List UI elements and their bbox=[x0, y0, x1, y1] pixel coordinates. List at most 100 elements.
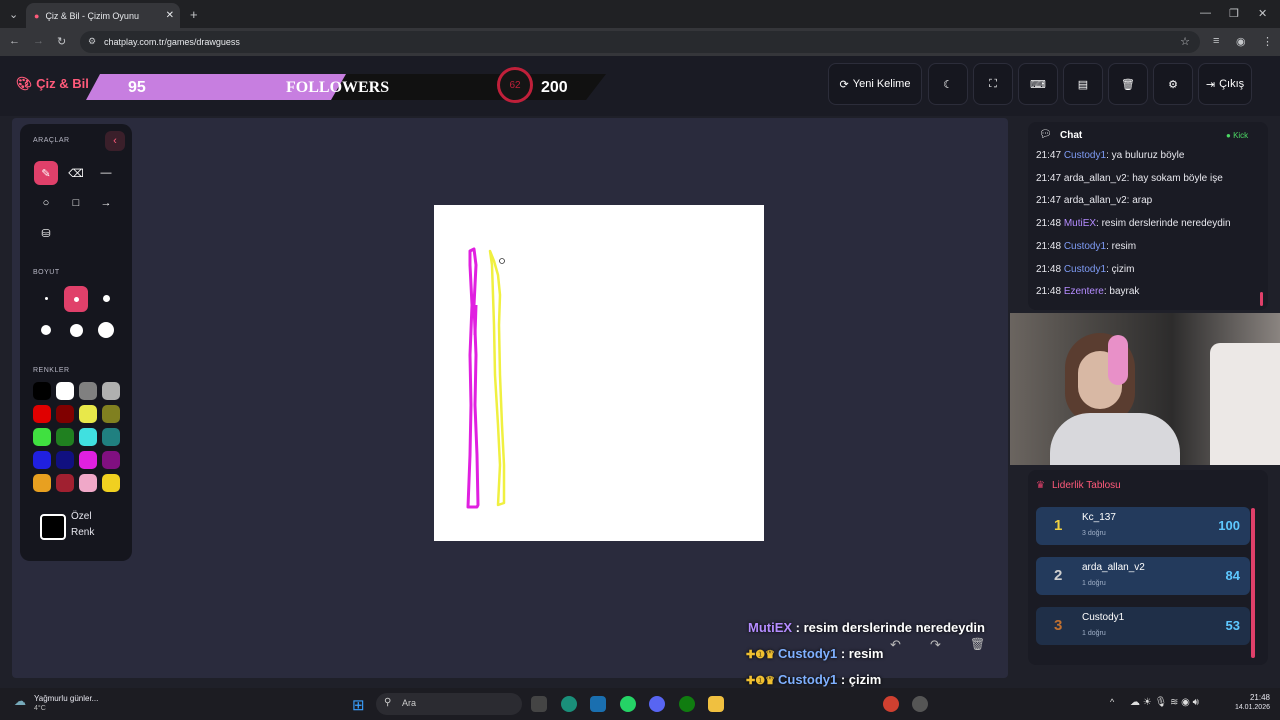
windows-start-icon[interactable]: ⊞ bbox=[352, 696, 365, 714]
color-swatch[interactable] bbox=[102, 451, 120, 469]
keyboard-button[interactable]: ⌨ bbox=[1018, 63, 1058, 105]
forward-icon[interactable]: → bbox=[33, 35, 44, 47]
theme-toggle-button[interactable]: ☾ bbox=[928, 63, 968, 105]
steam-icon[interactable] bbox=[590, 696, 606, 712]
file-explorer-icon[interactable] bbox=[708, 696, 724, 712]
color-swatch[interactable] bbox=[56, 382, 74, 400]
color-swatch[interactable] bbox=[33, 451, 51, 469]
overlay-trash-icon[interactable]: 🗑︎ bbox=[970, 637, 985, 651]
weather-icon[interactable]: ☁ bbox=[14, 694, 26, 708]
color-swatch[interactable] bbox=[33, 382, 51, 400]
size-5[interactable] bbox=[64, 318, 88, 342]
color-swatch[interactable] bbox=[56, 405, 74, 423]
chrome-icon[interactable] bbox=[883, 696, 899, 712]
color-swatch[interactable] bbox=[33, 428, 51, 446]
tab-close-icon[interactable]: ✕ bbox=[166, 10, 174, 21]
clock-date[interactable]: 14.01.2026 bbox=[1226, 704, 1270, 711]
discord-icon[interactable] bbox=[649, 696, 665, 712]
obs-icon[interactable] bbox=[912, 696, 928, 712]
reading-list-icon[interactable]: ≡ bbox=[1213, 35, 1219, 47]
size-3[interactable] bbox=[94, 286, 118, 310]
color-swatch[interactable] bbox=[56, 428, 74, 446]
chat-username[interactable]: arda_allan_v2 bbox=[1064, 173, 1127, 184]
chat-username[interactable]: Custody1 bbox=[1064, 150, 1106, 161]
chat-username[interactable]: Ezentere bbox=[1064, 286, 1104, 297]
arrow-tool[interactable]: → bbox=[94, 191, 118, 215]
edge-browser-icon[interactable] bbox=[561, 696, 577, 712]
size-6[interactable] bbox=[94, 318, 118, 342]
clock-time[interactable]: 21:48 bbox=[1240, 693, 1270, 702]
refresh-icon: ⟳ bbox=[839, 78, 849, 91]
color-swatch[interactable] bbox=[102, 428, 120, 446]
rectangle-tool[interactable]: □ bbox=[64, 191, 88, 215]
minimize-icon[interactable]: — bbox=[1200, 7, 1211, 19]
new-tab-icon[interactable]: + bbox=[190, 7, 198, 22]
brush-icon: ✎ bbox=[41, 167, 51, 180]
tab-list-icon[interactable]: ⌄ bbox=[9, 8, 18, 21]
color-swatch[interactable] bbox=[102, 405, 120, 423]
color-swatch[interactable] bbox=[79, 428, 97, 446]
leaderboard-row: 1 Kc_137 3 doğru 100 bbox=[1036, 507, 1250, 545]
chat-scrollbar[interactable] bbox=[1260, 292, 1263, 306]
window-close-icon[interactable]: ✕ bbox=[1258, 7, 1267, 20]
brush-tool[interactable]: ✎ bbox=[34, 161, 58, 185]
line-tool[interactable]: — bbox=[94, 161, 118, 185]
site-info-icon[interactable]: ⚙ bbox=[88, 36, 96, 47]
restore-icon[interactable]: ❐ bbox=[1229, 7, 1239, 20]
size-2[interactable] bbox=[64, 286, 88, 312]
leaderboard-scrollbar[interactable] bbox=[1251, 508, 1255, 658]
size-1[interactable] bbox=[34, 286, 58, 310]
color-swatch[interactable] bbox=[79, 405, 97, 423]
redo-icon[interactable]: ↷ bbox=[930, 637, 941, 653]
drawing-canvas[interactable] bbox=[434, 205, 764, 541]
browser-tab[interactable]: ● Çiz & Bil - Çizim Oyunu ✕ bbox=[26, 3, 180, 28]
whatsapp-icon[interactable] bbox=[620, 696, 636, 712]
collapse-panel-button[interactable]: ‹ bbox=[105, 131, 125, 151]
browser-menu-icon[interactable]: ⋮ bbox=[1262, 35, 1273, 48]
drawing-strokes bbox=[466, 247, 506, 509]
color-swatch[interactable] bbox=[102, 474, 120, 492]
new-word-button[interactable]: ⟳ Yeni Kelime bbox=[828, 63, 922, 105]
chat-username[interactable]: MutiEX bbox=[1064, 218, 1096, 229]
archive-button[interactable]: ▤ bbox=[1063, 63, 1103, 105]
task-view-icon[interactable] bbox=[531, 696, 547, 712]
eraser-tool[interactable]: ⌫ bbox=[64, 161, 88, 185]
fullscreen-button[interactable]: ⛶ bbox=[973, 63, 1013, 105]
badge-icons: ✚❶♛ bbox=[746, 675, 778, 687]
xbox-icon[interactable] bbox=[679, 696, 695, 712]
circle-tool[interactable]: ○ bbox=[34, 191, 58, 215]
profile-avatar-icon[interactable]: ◉ bbox=[1236, 35, 1246, 48]
reload-icon[interactable]: ↻ bbox=[57, 35, 66, 48]
color-swatch[interactable] bbox=[79, 382, 97, 400]
color-swatch[interactable] bbox=[56, 451, 74, 469]
undo-icon[interactable]: ↶ bbox=[890, 637, 901, 653]
tools-title: ARAÇLAR bbox=[33, 137, 70, 144]
chat-username[interactable]: arda_allan_v2 bbox=[1064, 195, 1127, 206]
tray-icons[interactable]: ☁ ☀ 🎙︎ ≋ ◉ 🔊︎ bbox=[1130, 697, 1199, 708]
color-swatch[interactable] bbox=[33, 405, 51, 423]
clear-button[interactable]: 🗑︎ bbox=[1108, 63, 1148, 105]
taskbar-search[interactable]: ⚲ Ara bbox=[376, 693, 522, 715]
chat-time: 21:48 bbox=[1036, 286, 1064, 298]
brush-cursor bbox=[499, 258, 505, 264]
size-4[interactable] bbox=[34, 318, 58, 342]
settings-button[interactable]: ⚙ bbox=[1153, 63, 1193, 105]
custom-color-swatch[interactable] bbox=[40, 514, 66, 540]
chat-text: : hay sokam böyle işe bbox=[1126, 172, 1223, 184]
correct-count: 1 doğru bbox=[1082, 630, 1106, 637]
bookmark-star-icon[interactable]: ☆ bbox=[1180, 35, 1190, 48]
tray-chevron-icon[interactable]: ^ bbox=[1110, 697, 1114, 707]
color-swatch[interactable] bbox=[102, 382, 120, 400]
url-field[interactable]: ⚙ chatplay.com.tr/games/drawguess ☆ bbox=[80, 31, 1200, 53]
chat-username[interactable]: Custody1 bbox=[1064, 241, 1106, 252]
weather-text[interactable]: Yağmurlu günler... bbox=[34, 694, 98, 703]
exit-button[interactable]: ⇥ Çıkış bbox=[1198, 63, 1252, 105]
color-swatch[interactable] bbox=[79, 451, 97, 469]
chat-username[interactable]: Custody1 bbox=[1064, 264, 1106, 275]
color-swatch[interactable] bbox=[33, 474, 51, 492]
back-icon[interactable]: ← bbox=[9, 35, 20, 47]
color-swatch[interactable] bbox=[79, 474, 97, 492]
magenta-stroke-inner bbox=[473, 304, 478, 336]
fill-tool[interactable]: ⛁ bbox=[34, 221, 58, 245]
color-swatch[interactable] bbox=[56, 474, 74, 492]
